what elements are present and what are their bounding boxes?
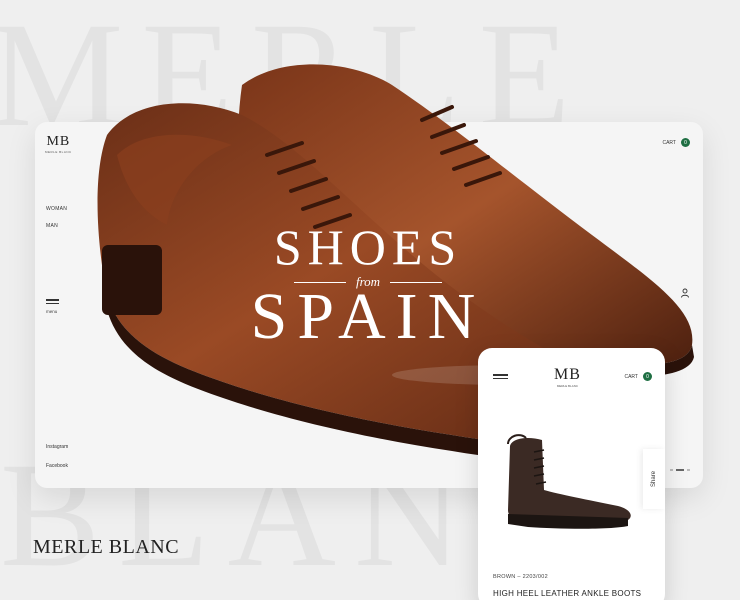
ankle-boot-image [507, 434, 631, 529]
share-button[interactable]: Share [643, 449, 665, 509]
hero-title-shoes: SHOES [273, 219, 463, 275]
logo-subtitle: MERLE BLANC [556, 384, 579, 388]
hero-title: SHOES from SPAIN [228, 222, 508, 350]
cart-count-badge: 0 [643, 372, 652, 381]
nav-man-link[interactable]: MAN [46, 223, 58, 229]
product-name[interactable]: HIGH HEEL LEATHER ANKLE BOOTS [493, 589, 641, 598]
share-label: Share [650, 470, 657, 488]
instagram-link[interactable]: Instagram [46, 444, 68, 450]
mobile-preview-card: MB MERLE BLANC CART 0 Share BROWN – 2203… [478, 348, 665, 600]
logo-mark: MB [46, 134, 71, 149]
cart-label: CART [624, 373, 638, 380]
logo-mark: MB [554, 366, 581, 383]
brand-wordmark: MERLE BLANC [33, 536, 180, 558]
mobile-logo[interactable]: MB MERLE BLANC [554, 366, 581, 388]
nav-woman-link[interactable]: WOMAN [46, 206, 67, 212]
menu-button[interactable]: menu [46, 299, 59, 314]
facebook-link[interactable]: Facebook [46, 463, 68, 469]
hamburger-icon-bar [46, 302, 59, 304]
mobile-cart-button[interactable]: CART 0 [624, 372, 652, 381]
mobile-menu-button[interactable] [493, 374, 508, 379]
hero-title-spain: SPAIN [250, 280, 486, 353]
logo-subtitle: MERLE BLANC [45, 150, 72, 154]
product-color-code: BROWN – 2203/002 [493, 574, 548, 580]
hamburger-icon-bar [493, 377, 508, 379]
hamburger-icon [46, 299, 59, 301]
hamburger-icon [493, 374, 508, 376]
desktop-logo[interactable]: MB MERLE BLANC [45, 134, 72, 154]
menu-label: menu [46, 309, 58, 314]
